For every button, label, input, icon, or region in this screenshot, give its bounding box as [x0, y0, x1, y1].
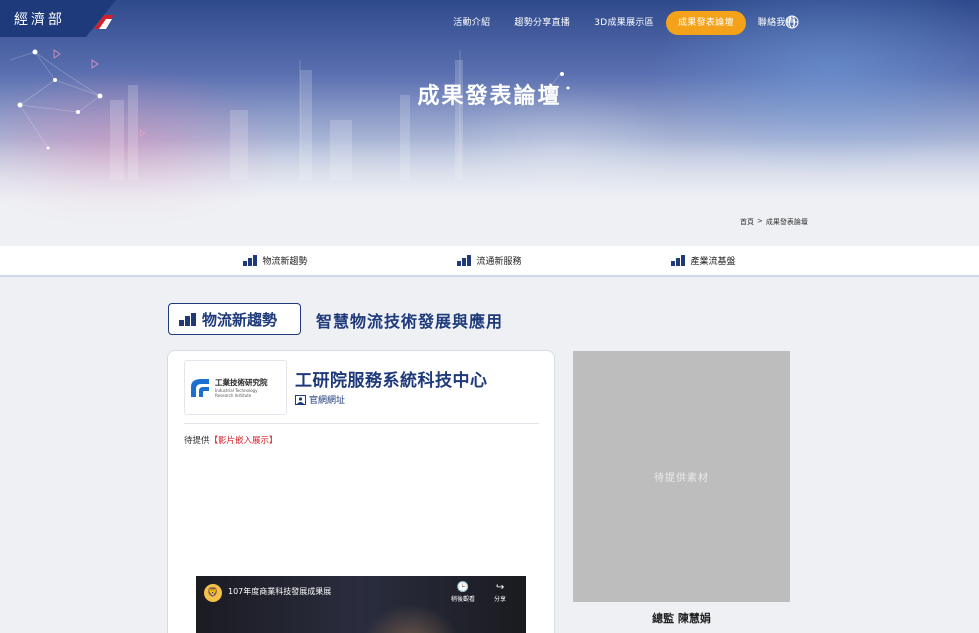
divider	[184, 423, 539, 424]
breadcrumb: 首頁 > 成果發表論壇	[740, 217, 808, 227]
exhibitor-card: 工業技術研究院 Industrial Technology Research I…	[167, 350, 555, 633]
share-button[interactable]: ↪ 分享	[494, 582, 506, 603]
section-badge-label: 物流新趨勢	[202, 310, 278, 329]
section-badge: 物流新趨勢	[168, 303, 301, 335]
tab-label: 流通新服務	[476, 257, 522, 267]
image-icon	[295, 394, 306, 405]
org-logo-line1: 工業技術研究院	[215, 378, 268, 387]
share-label: 分享	[494, 596, 507, 603]
channel-avatar[interactable]: 🦁	[204, 584, 222, 602]
presenter-image-placeholder: 待提供素材	[573, 351, 790, 602]
bar-chart-icon	[243, 255, 258, 266]
nav-item-forum[interactable]: 成果發表論壇	[665, 11, 746, 35]
clock-icon: 🕒	[456, 582, 470, 593]
main-nav: 活動介紹 趨勢分享直播 3D成果展示區 成果發表論壇 聯絡我們	[441, 11, 807, 35]
tab-industry-base[interactable]: 產業流基盤	[597, 246, 811, 275]
placeholder-text: 待提供素材	[654, 473, 709, 484]
pending-video-note: 【影片嵌入展示】	[209, 436, 278, 446]
breadcrumb-separator: >	[757, 217, 763, 225]
pending-note: 待提供【影片嵌入展示】	[184, 434, 278, 446]
category-tabs: 物流新趨勢 流通新服務 產業流基盤	[0, 246, 979, 277]
nav-item-activity[interactable]: 活動介紹	[441, 11, 502, 35]
globe-icon[interactable]	[785, 15, 799, 29]
website-link[interactable]: 官網網址	[295, 393, 345, 406]
section-title: 智慧物流技術發展與應用	[316, 312, 504, 331]
breadcrumb-home[interactable]: 首頁	[740, 217, 754, 227]
org-logo-line3: Research Institute	[215, 393, 252, 398]
presenter-caption: 總監 陳慧娟	[652, 612, 711, 625]
website-label: 官網網址	[309, 396, 346, 406]
org-name: 工研院服務系統科技中心	[295, 371, 488, 391]
page-title: 成果發表論壇	[417, 84, 562, 109]
bar-chart-icon	[457, 255, 472, 266]
tab-circulation-service[interactable]: 流通新服務	[383, 246, 597, 275]
itri-logo-icon	[191, 378, 209, 397]
pending-prefix: 待提供	[184, 436, 210, 446]
nav-item-live[interactable]: 趨勢分享直播	[502, 11, 582, 35]
video-title[interactable]: 107年度商業科技發展成果展	[228, 586, 331, 597]
tab-label: 產業流基盤	[690, 257, 736, 267]
org-logo: 工業技術研究院 Industrial Technology Research I…	[184, 360, 287, 415]
bar-chart-icon	[671, 255, 686, 266]
tab-label: 物流新趨勢	[262, 257, 308, 267]
breadcrumb-current: 成果發表論壇	[765, 218, 808, 226]
logo-text: 經濟部	[14, 11, 65, 28]
watch-later-button[interactable]: 🕒 稍後觀看	[451, 582, 475, 603]
watch-later-label: 稍後觀看	[451, 596, 476, 603]
share-icon: ↪	[495, 582, 505, 593]
video-player[interactable]: 🦁 107年度商業科技發展成果展 🕒 稍後觀看 ↪ 分享	[196, 576, 526, 633]
tab-logistics-trend[interactable]: 物流新趨勢	[169, 246, 383, 275]
bar-chart-icon	[179, 312, 196, 326]
nav-item-3d[interactable]: 3D成果展示區	[582, 11, 666, 35]
logo-mark-icon	[94, 15, 114, 29]
hero-banner: 經濟部 活動介紹 趨勢分享直播 3D成果展示區 成果發表論壇 聯絡我們 成果發表…	[0, 0, 979, 246]
